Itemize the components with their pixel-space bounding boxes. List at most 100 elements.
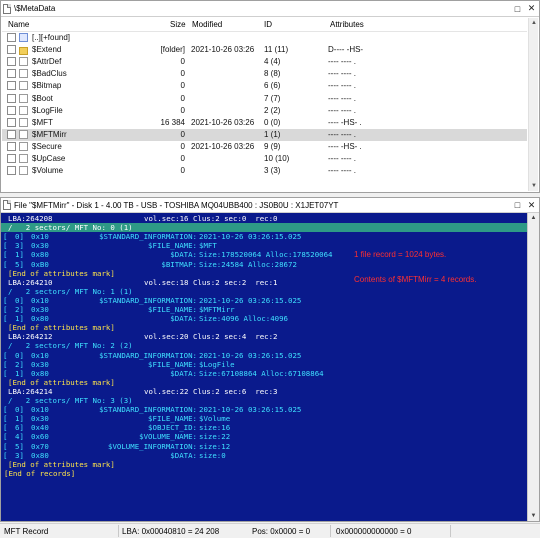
row-attributes: ---- ---- .	[328, 81, 356, 91]
close-icon[interactable]: ✕	[526, 3, 537, 14]
console-line-attr: [4] 0x60 $VOLUME_NAME: size:22	[1, 432, 527, 441]
row-checkbox[interactable]	[7, 33, 16, 42]
column-header-name[interactable]: Name	[8, 20, 29, 29]
row-checkbox[interactable]	[7, 105, 16, 115]
row-name: $AttrDef	[32, 57, 62, 67]
file-row[interactable]: $Secure 0 2021-10-26 03:26 9 (9) ---- -HS- .	[2, 141, 527, 153]
console-line-attr: [0] 0x10 $STANDARD_INFORMATION: 2021-10-26 …	[1, 405, 527, 414]
console-line-attr: [0] 0x10 $STANDARD_INFORMATION: 2021-10-26 …	[1, 351, 527, 360]
attr-value: $Volume	[199, 414, 231, 424]
maximize-icon[interactable]: □	[512, 200, 523, 211]
row-name: $MFTMirr	[32, 129, 67, 139]
row-size: 0	[180, 141, 185, 151]
file-icon	[19, 69, 28, 79]
record-view-titlebar: File "$MFTMirr" - Disk 1 - 4.00 TB - USB…	[1, 198, 539, 213]
row-name: $LogFile	[32, 105, 63, 115]
annotation-note: 1 file record = 1024 bytes.	[354, 250, 447, 259]
attr-name: $DATA:	[170, 368, 197, 378]
column-header-attributes[interactable]: Attributes	[330, 20, 364, 29]
console-line-end: [End of attributes mark]	[1, 323, 527, 332]
row-checkbox[interactable]	[7, 45, 16, 55]
console-line-attr: [3] 0x30 $FILE_NAME: $MFT	[1, 241, 527, 250]
file-row[interactable]: $BadClus 0 8 (8) ---- ---- .	[2, 68, 527, 80]
console-line-attr: [1] 0x80 $DATA: Size:178520064 Alloc:178520…	[1, 250, 527, 259]
row-modified: 2021-10-26 03:26	[191, 141, 255, 151]
row-checkbox[interactable]	[7, 81, 16, 91]
console-line-attr: [2] 0x30 $FILE_NAME: $MFTMirr	[1, 305, 527, 314]
column-header-size[interactable]: Size	[170, 20, 186, 29]
column-header-id[interactable]: ID	[264, 20, 272, 29]
end-of-records-mark: [End of records]	[4, 468, 76, 478]
scroll-down-icon[interactable]: ▼	[528, 511, 539, 521]
attr-name: $STANDARD_INFORMATION:	[99, 295, 197, 305]
row-id: 9 (9)	[264, 141, 281, 151]
row-checkbox[interactable]	[7, 57, 16, 67]
scroll-down-icon[interactable]: ▼	[529, 181, 539, 191]
console-line-attr: [1] 0x80 $DATA: Size:67108864 Alloc:6710886…	[1, 369, 527, 378]
row-size: 0	[180, 81, 185, 91]
attr-value: $MFT	[199, 241, 217, 251]
attr-value: Size:4096 Alloc:4096	[199, 314, 288, 324]
vol-sector-info: vol.sec:16 Clus:2 sec:0 rec:0	[144, 214, 278, 223]
file-list: [..][+found] $Extend [folder] 2021-10-26 03…	[2, 32, 527, 190]
row-size: 0	[180, 166, 185, 176]
column-header-modified[interactable]: Modified	[192, 20, 222, 29]
console-line-attr: [5] 0xB0 $BITMAP: Size:24584 Alloc:28672	[1, 260, 527, 269]
file-row[interactable]: $Volume 0 3 (3) ---- ---- .	[2, 165, 527, 177]
file-row[interactable]: $AttrDef 0 4 (4) ---- ---- .	[2, 56, 527, 68]
mft-record-header: / 2 sectors/ MFT No: 2 (2)	[8, 341, 133, 351]
file-row[interactable]: $Boot 0 7 (7) ---- ---- .	[2, 93, 527, 105]
file-list-pane: \$MetaData □ ✕ Name Size Modified ID Att…	[0, 0, 540, 193]
annotation-note: Contents of $MFTMirr = 4 records.	[354, 275, 477, 284]
row-name: $Volume	[32, 166, 64, 176]
scroll-up-icon[interactable]: ▲	[529, 18, 539, 28]
row-size: 16 384	[160, 117, 185, 127]
end-of-attributes-mark: [End of attributes mark]	[8, 323, 115, 333]
end-of-attributes-mark: [End of attributes mark]	[8, 459, 115, 469]
row-size: 0	[180, 129, 185, 139]
console-line-lba: LBA:264214 vol.sec:22 Clus:2 sec:6 rec:3	[1, 387, 527, 396]
record-console-scrollbar[interactable]: ▲ ▼	[527, 213, 539, 521]
row-checkbox[interactable]	[7, 69, 16, 79]
console-line-sect: / 2 sectors/ MFT No: 3 (3)	[1, 396, 527, 405]
attr-name: $OBJECT_ID:	[148, 423, 197, 433]
attr-name: $FILE_NAME:	[148, 241, 197, 251]
scroll-up-icon[interactable]: ▲	[528, 213, 539, 223]
row-checkbox[interactable]	[7, 154, 16, 163]
maximize-icon[interactable]: □	[512, 3, 523, 14]
file-icon	[19, 105, 28, 115]
mft-record-header: / 2 sectors/ MFT No: 0 (1)	[8, 223, 133, 233]
row-checkbox[interactable]	[7, 93, 16, 103]
end-of-attributes-mark: [End of attributes mark]	[8, 377, 115, 387]
attr-value: 2021-10-26 03:26:15.025	[199, 295, 302, 305]
file-icon	[19, 141, 28, 151]
file-row[interactable]: [..][+found]	[2, 32, 527, 44]
file-row[interactable]: $MFTMirr 0 1 (1) ---- ---- .	[2, 128, 527, 141]
file-icon	[19, 129, 28, 139]
status-mode: MFT Record	[4, 527, 49, 536]
row-id: 2 (2)	[264, 105, 281, 115]
close-icon[interactable]: ✕	[526, 200, 537, 211]
up-folder-icon	[19, 33, 28, 42]
row-checkbox[interactable]	[7, 129, 16, 139]
file-row[interactable]: $UpCase 0 10 (10) ---- ---- .	[2, 153, 527, 165]
console-line-sect: / 2 sectors/ MFT No: 1 (1)	[1, 287, 527, 296]
mft-record-header: / 2 sectors/ MFT No: 3 (3)	[8, 396, 133, 405]
attr-value: size:22	[199, 432, 231, 442]
record-console[interactable]: LBA:264208 vol.sec:16 Clus:2 sec:0 rec:0 /…	[1, 213, 527, 521]
attr-name: $STANDARD_INFORMATION:	[99, 405, 197, 415]
file-list-scrollbar[interactable]: ▲ ▼	[528, 18, 538, 191]
file-row[interactable]: $Bitmap 0 6 (6) ---- ---- .	[2, 80, 527, 92]
file-row[interactable]: $MFT 16 384 2021-10-26 03:26 0 (0) ---- -HS-…	[2, 117, 527, 129]
row-checkbox[interactable]	[7, 166, 16, 176]
attr-name: $FILE_NAME:	[148, 305, 197, 314]
file-row[interactable]: $Extend [folder] 2021-10-26 03:26 11 (11) D-…	[2, 44, 527, 56]
file-row[interactable]: $LogFile 0 2 (2) ---- ---- .	[2, 105, 527, 117]
row-checkbox[interactable]	[7, 117, 16, 127]
status-bar: MFT Record LBA: 0x00040810 = 24 208 Pos:…	[0, 523, 540, 538]
console-line-attr: [2] 0x30 $FILE_NAME: $LogFile	[1, 360, 527, 369]
row-size: [folder]	[160, 45, 185, 55]
row-checkbox[interactable]	[7, 141, 16, 151]
document-icon	[3, 3, 11, 14]
console-line-sect: / 2 sectors/ MFT No: 2 (2)	[1, 341, 527, 350]
